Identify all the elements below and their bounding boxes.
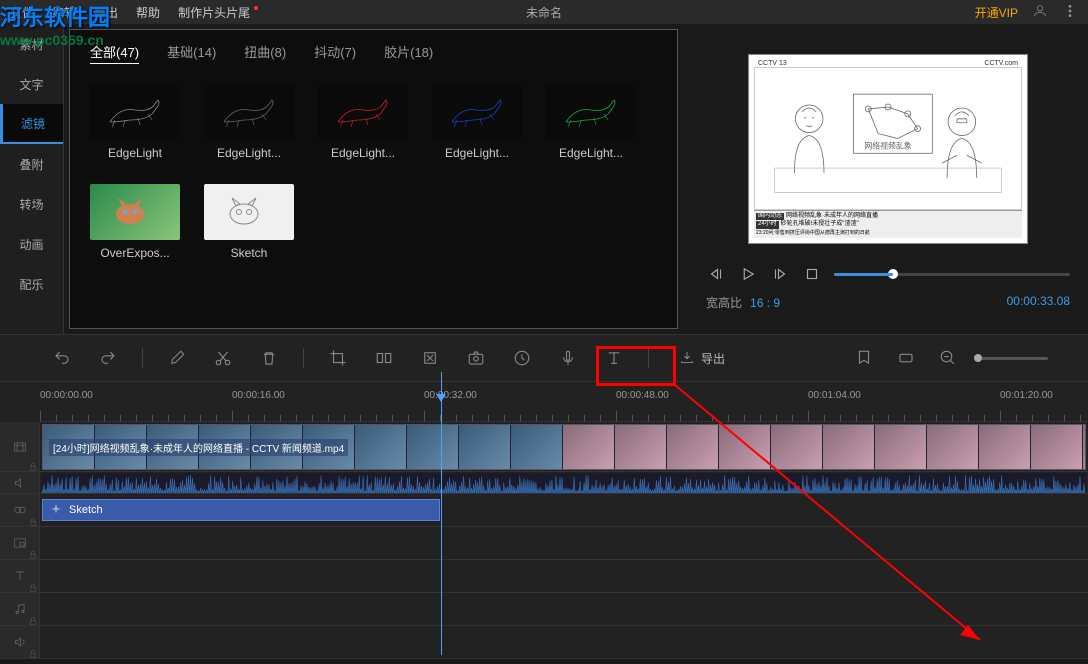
preview-panel: CCTV 13 CCTV.com <box>688 24 1088 334</box>
pip-track[interactable] <box>0 527 1088 560</box>
voice-button[interactable] <box>556 346 580 370</box>
project-title: 未命名 <box>526 4 562 21</box>
cctv-com: CCTV.com <box>984 60 1018 67</box>
lock-icon[interactable] <box>28 580 38 590</box>
play-button[interactable] <box>738 264 758 284</box>
lock-icon[interactable] <box>28 459 38 469</box>
music-track[interactable] <box>0 593 1088 626</box>
rotate-button[interactable] <box>418 346 442 370</box>
playhead[interactable] <box>441 372 442 655</box>
text-button[interactable] <box>602 346 626 370</box>
user-icon[interactable] <box>1032 3 1048 22</box>
sidebar-item-music[interactable]: 配乐 <box>0 264 63 304</box>
effect-item-2[interactable]: EdgeLight... <box>318 84 408 160</box>
toolbar: 导出 <box>0 334 1088 382</box>
export-button[interactable]: 导出 <box>671 347 733 370</box>
tab-all[interactable]: 全部(47) <box>90 42 139 64</box>
lock-icon[interactable] <box>28 613 38 623</box>
undo-button[interactable] <box>50 346 74 370</box>
vip-link[interactable]: 开通VIP <box>975 4 1018 21</box>
effect-item-0[interactable]: EdgeLight <box>90 84 180 160</box>
menu-make-titles[interactable]: 制作片头片尾 <box>178 4 250 21</box>
zoom-out-button[interactable] <box>936 346 960 370</box>
svg-text:网络视频乱象: 网络视频乱象 <box>864 140 911 150</box>
menu-edit[interactable]: 编辑 <box>52 4 76 21</box>
effect-item-1[interactable]: EdgeLight... <box>204 84 294 160</box>
speed-button[interactable] <box>510 346 534 370</box>
menu-file[interactable]: 文件 <box>10 4 34 21</box>
ruler-mark: 00:00:48.00 <box>616 390 669 401</box>
video-clip[interactable]: [24小时]网络视频乱象·未成年人的网络直播 - CCTV 新闻频道.mp4 <box>42 424 1086 470</box>
filter-tabs: 全部(47) 基础(14) 扭曲(8) 抖动(7) 胶片(18) <box>90 42 657 64</box>
text-track[interactable] <box>0 560 1088 593</box>
sidebar-item-overlay[interactable]: 叠附 <box>0 144 63 184</box>
tab-shake[interactable]: 抖动(7) <box>314 42 356 64</box>
tab-basic[interactable]: 基础(14) <box>167 42 216 64</box>
ruler-mark: 00:01:04.00 <box>808 390 861 401</box>
menu-help[interactable]: 帮助 <box>136 4 160 21</box>
sidebar-item-animation[interactable]: 动画 <box>0 224 63 264</box>
sidebar: 素材 文字 滤镜 叠附 转场 动画 配乐 <box>0 24 64 334</box>
ruler-mark: 00:00:32.00 <box>424 390 477 401</box>
ruler-mark: 00:00:16.00 <box>232 390 285 401</box>
sidebar-item-filter[interactable]: 滤镜 <box>0 104 63 144</box>
clip-label: [24小时]网络视频乱象·未成年人的网络直播 - CCTV 新闻频道.mp4 <box>49 439 348 456</box>
timeline-ruler[interactable]: 00:00:00.00 00:00:16.00 00:00:32.00 00:00:4… <box>40 382 1088 422</box>
aspect-value: 16 : 9 <box>750 296 780 310</box>
lock-icon[interactable] <box>28 547 38 557</box>
snapshot-button[interactable] <box>464 346 488 370</box>
split-button[interactable] <box>372 346 396 370</box>
crop-button[interactable] <box>326 346 350 370</box>
fit-button[interactable] <box>894 346 918 370</box>
cut-button[interactable] <box>211 346 235 370</box>
audio-track-header[interactable] <box>0 472 40 493</box>
sfx-track[interactable] <box>0 626 1088 659</box>
audio-waveform[interactable] <box>42 473 1086 493</box>
ruler-mark: 00:01:20.00 <box>1000 390 1053 401</box>
next-frame-button[interactable] <box>770 264 790 284</box>
edit-button[interactable] <box>165 346 189 370</box>
effect-item-3[interactable]: EdgeLight... <box>432 84 522 160</box>
sidebar-item-material[interactable]: 素材 <box>0 24 63 64</box>
preview-time: 00:00:33.08 <box>1007 294 1070 311</box>
video-track[interactable]: [24小时]网络视频乱象·未成年人的网络直播 - CCTV 新闻频道.mp4 <box>0 422 1088 472</box>
prev-frame-button[interactable] <box>706 264 726 284</box>
notification-dot <box>254 6 258 10</box>
preview-screen: CCTV 13 CCTV.com <box>748 54 1028 244</box>
zoom-slider[interactable] <box>978 357 1048 360</box>
tab-film[interactable]: 胶片(18) <box>384 42 433 64</box>
preview-sketch-image: 网络视频乱象 <box>755 68 1021 209</box>
effect-item-6[interactable]: Sketch <box>204 184 294 260</box>
preview-controls <box>698 264 1078 284</box>
redo-button[interactable] <box>96 346 120 370</box>
sidebar-item-text[interactable]: 文字 <box>0 64 63 104</box>
sidebar-item-transition[interactable]: 转场 <box>0 184 63 224</box>
marker-button[interactable] <box>852 346 876 370</box>
effect-item-5[interactable]: OverExpos... <box>90 184 180 260</box>
stop-button[interactable] <box>802 264 822 284</box>
ruler-mark: 00:00:00.00 <box>40 390 93 401</box>
preview-progress-bar[interactable] <box>834 273 1070 276</box>
menu-export[interactable]: 导出 <box>94 4 118 21</box>
effects-panel: 全部(47) 基础(14) 扭曲(8) 抖动(7) 胶片(18) EdgeLig… <box>69 29 678 329</box>
effect-track[interactable]: Sketch <box>0 494 1088 527</box>
aspect-label: 宽高比 <box>706 296 742 310</box>
delete-button[interactable] <box>257 346 281 370</box>
preview-banner: 国内动态 网络视频乱象·未成年人的网络直播 24小时 砂轮孔堆破!未授壮子成"渣… <box>754 210 1022 238</box>
tab-distort[interactable]: 扭曲(8) <box>244 42 286 64</box>
effect-clip[interactable]: Sketch <box>42 499 440 521</box>
cctv-logo: CCTV 13 <box>758 60 787 67</box>
audio-track[interactable] <box>0 472 1088 494</box>
effect-item-4[interactable]: EdgeLight... <box>546 84 636 160</box>
more-icon[interactable] <box>1062 3 1078 22</box>
lock-icon[interactable] <box>28 514 38 524</box>
sparkle-icon <box>49 503 63 517</box>
menu-bar: 文件 编辑 导出 帮助 制作片头片尾 未命名 开通VIP <box>0 0 1088 24</box>
timeline: 00:00:00.00 00:00:16.00 00:00:32.00 00:00:4… <box>0 382 1088 659</box>
